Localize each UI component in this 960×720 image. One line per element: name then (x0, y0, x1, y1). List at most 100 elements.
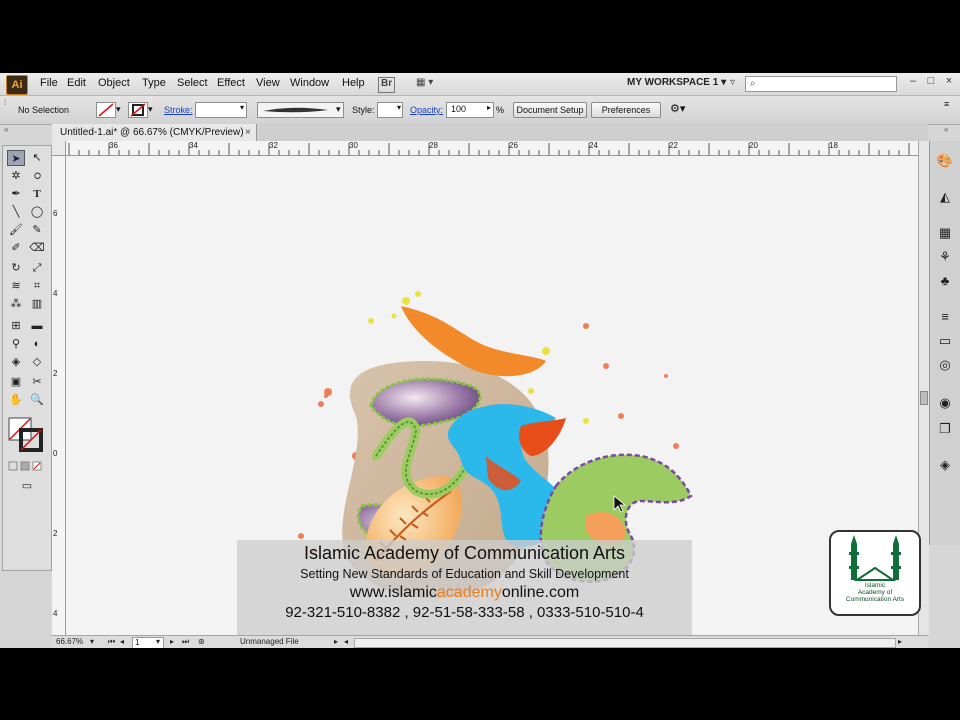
workspace-switcher[interactable]: MY WORKSPACE 1 ▾ (627, 77, 726, 88)
brush-definition[interactable] (257, 102, 344, 118)
control-bar: ⁞ No Selection ▾ ▾ Stroke: ▾ ▾ Style: ▾ … (0, 96, 960, 125)
blend-icon[interactable]: ◐ (28, 336, 46, 352)
hscroll-right-icon[interactable]: ▸ (898, 637, 902, 646)
menu-effect[interactable]: Effect (217, 77, 245, 89)
line-icon[interactable]: ╲ (7, 204, 25, 220)
graphic-styles-icon[interactable]: ❐ (936, 421, 954, 437)
gradient-icon[interactable]: ▬ (28, 318, 46, 334)
panel-menu-icon[interactable]: ≡ (944, 99, 949, 109)
artboard-icon[interactable]: ▣ (7, 374, 25, 390)
eraser-icon[interactable]: ⌫ (28, 240, 46, 256)
menu-select[interactable]: Select (177, 77, 208, 89)
menu-help[interactable]: Help (342, 77, 365, 89)
stroke-weight-field[interactable]: ▾ (195, 102, 247, 118)
ruler-label: 36 (109, 141, 118, 150)
status-menu-icon[interactable]: ▸ (334, 637, 338, 646)
opacity-label[interactable]: Opacity: (410, 105, 443, 115)
layers-icon[interactable]: ◈ (936, 457, 954, 473)
previous-artboard-icon[interactable]: ◂ (120, 637, 124, 646)
scale-icon[interactable]: ⤢ (28, 260, 46, 276)
fill-dropdown-icon[interactable]: ▾ (116, 104, 121, 115)
color-panel-icon[interactable]: 🎨 (936, 153, 954, 169)
ruler-label: 34 (189, 141, 198, 150)
arrange-icon[interactable]: ⚙▾ (670, 102, 685, 115)
menu-window[interactable]: Window (290, 77, 329, 89)
menu-object[interactable]: Object (98, 77, 130, 89)
free-transform-icon[interactable]: ⌗ (28, 278, 46, 294)
status-toggle-icon[interactable]: ⊛ (198, 637, 205, 646)
pencil-icon[interactable]: ✎ (28, 222, 46, 238)
rotate-icon[interactable]: ↻ (7, 260, 25, 276)
opacity-value: 100 (451, 104, 467, 114)
search-input[interactable]: ⌕ (745, 76, 897, 92)
maximize-button[interactable]: □ (924, 75, 938, 89)
minaret-logo-icon (849, 535, 901, 581)
opacity-field[interactable]: 100 ▸ (446, 102, 494, 118)
magic-wand-icon[interactable]: ✲ (7, 168, 25, 184)
close-button[interactable]: × (942, 75, 956, 89)
tab-document[interactable]: Untitled-1.ai* @ 66.67% (CMYK/Preview) × (52, 124, 257, 141)
workspace-menu-icon[interactable]: ▿ (730, 77, 735, 91)
graph-icon[interactable]: ▥ (28, 296, 46, 312)
status-bar: 66.67% ▾ ⏮ ◂ 1 ▾ ▸ ⏭ ⊛ Unmanaged File ▸ … (52, 635, 928, 648)
color-guide-icon[interactable]: ◭ (936, 189, 954, 205)
stroke-swatch[interactable] (128, 102, 148, 118)
brushes-icon[interactable]: ⚘ (936, 249, 954, 265)
artboard-dropdown-icon[interactable]: ▾ (156, 637, 160, 646)
fill-stroke-widget[interactable] (7, 416, 47, 456)
zoom-level[interactable]: 66.67% (56, 637, 83, 646)
next-artboard-icon[interactable]: ▸ (170, 637, 174, 646)
eyedropper-icon[interactable]: ⚲ (7, 336, 25, 352)
close-tab-icon[interactable]: × (245, 124, 251, 141)
horizontal-scrollbar[interactable] (354, 638, 896, 648)
bridge-icon[interactable]: Br (378, 77, 396, 93)
appearance-icon[interactable]: ◉ (936, 395, 954, 411)
fill-swatch[interactable] (96, 102, 116, 118)
paintbrush-icon[interactable]: 🖌 (7, 222, 25, 238)
hscroll-left-icon[interactable]: ◂ (344, 637, 348, 646)
warp-icon[interactable]: ≋ (7, 278, 25, 294)
preferences-button[interactable]: Preferences (591, 102, 661, 118)
direct-selection-icon[interactable]: ↖ (28, 150, 46, 166)
stroke-label[interactable]: Stroke: (164, 105, 193, 115)
transparency-icon[interactable]: ◎ (936, 357, 954, 373)
symbols-icon[interactable]: ♣ (936, 273, 954, 289)
ruler-origin[interactable] (52, 141, 66, 156)
last-artboard-icon[interactable]: ⏭ (182, 637, 189, 647)
type-icon[interactable]: T (28, 186, 46, 202)
first-artboard-icon[interactable]: ⏮ (108, 637, 115, 647)
stroke-panel-icon[interactable]: ≡ (936, 309, 954, 325)
slice-icon[interactable]: ✂ (28, 374, 46, 390)
menu-file[interactable]: File (40, 77, 58, 89)
color-mode-buttons[interactable] (7, 460, 47, 472)
ruler-label: 22 (669, 141, 678, 150)
mesh-icon[interactable]: ⊞ (7, 318, 25, 334)
ellipse-icon[interactable]: ◯ (28, 204, 46, 220)
blob-brush-icon[interactable]: ✐ (7, 240, 25, 256)
zoom-icon[interactable]: 🔍 (28, 392, 46, 408)
gradient-panel-icon[interactable]: ▭ (936, 333, 954, 349)
color-gradient-none-icon (8, 461, 42, 471)
zoom-dropdown-icon[interactable]: ▾ (90, 637, 94, 646)
swatches-icon[interactable]: ▦ (936, 225, 954, 241)
screen-mode-icon[interactable]: ▭ (17, 478, 37, 494)
brush-dropdown-icon[interactable]: ▾ (336, 104, 341, 115)
minimize-button[interactable]: – (906, 75, 920, 89)
live-paint-select-icon[interactable]: ◇ (28, 354, 46, 370)
collapse-panel-icon[interactable]: « (4, 125, 8, 134)
arrange-documents-icon[interactable]: ▦ ▾ (416, 77, 433, 91)
pen-icon[interactable]: ✒ (7, 186, 25, 202)
stroke-dropdown-icon[interactable]: ▾ (148, 104, 153, 115)
menu-edit[interactable]: Edit (67, 77, 86, 89)
menu-type[interactable]: Type (142, 77, 166, 89)
scroll-thumb[interactable] (920, 391, 928, 405)
symbol-sprayer-icon[interactable]: ⁂ (7, 296, 25, 312)
menu-view[interactable]: View (256, 77, 280, 89)
selection-tool-icon[interactable]: ➤ (7, 150, 25, 166)
expand-dock-icon[interactable]: « (944, 125, 948, 134)
live-paint-icon[interactable]: ◈ (7, 354, 25, 370)
lasso-icon[interactable]: ഠ (28, 168, 46, 184)
graphic-style-swatch[interactable]: ▾ (377, 102, 403, 118)
document-setup-button[interactable]: Document Setup (513, 102, 587, 118)
hand-icon[interactable]: ✋ (7, 392, 25, 408)
